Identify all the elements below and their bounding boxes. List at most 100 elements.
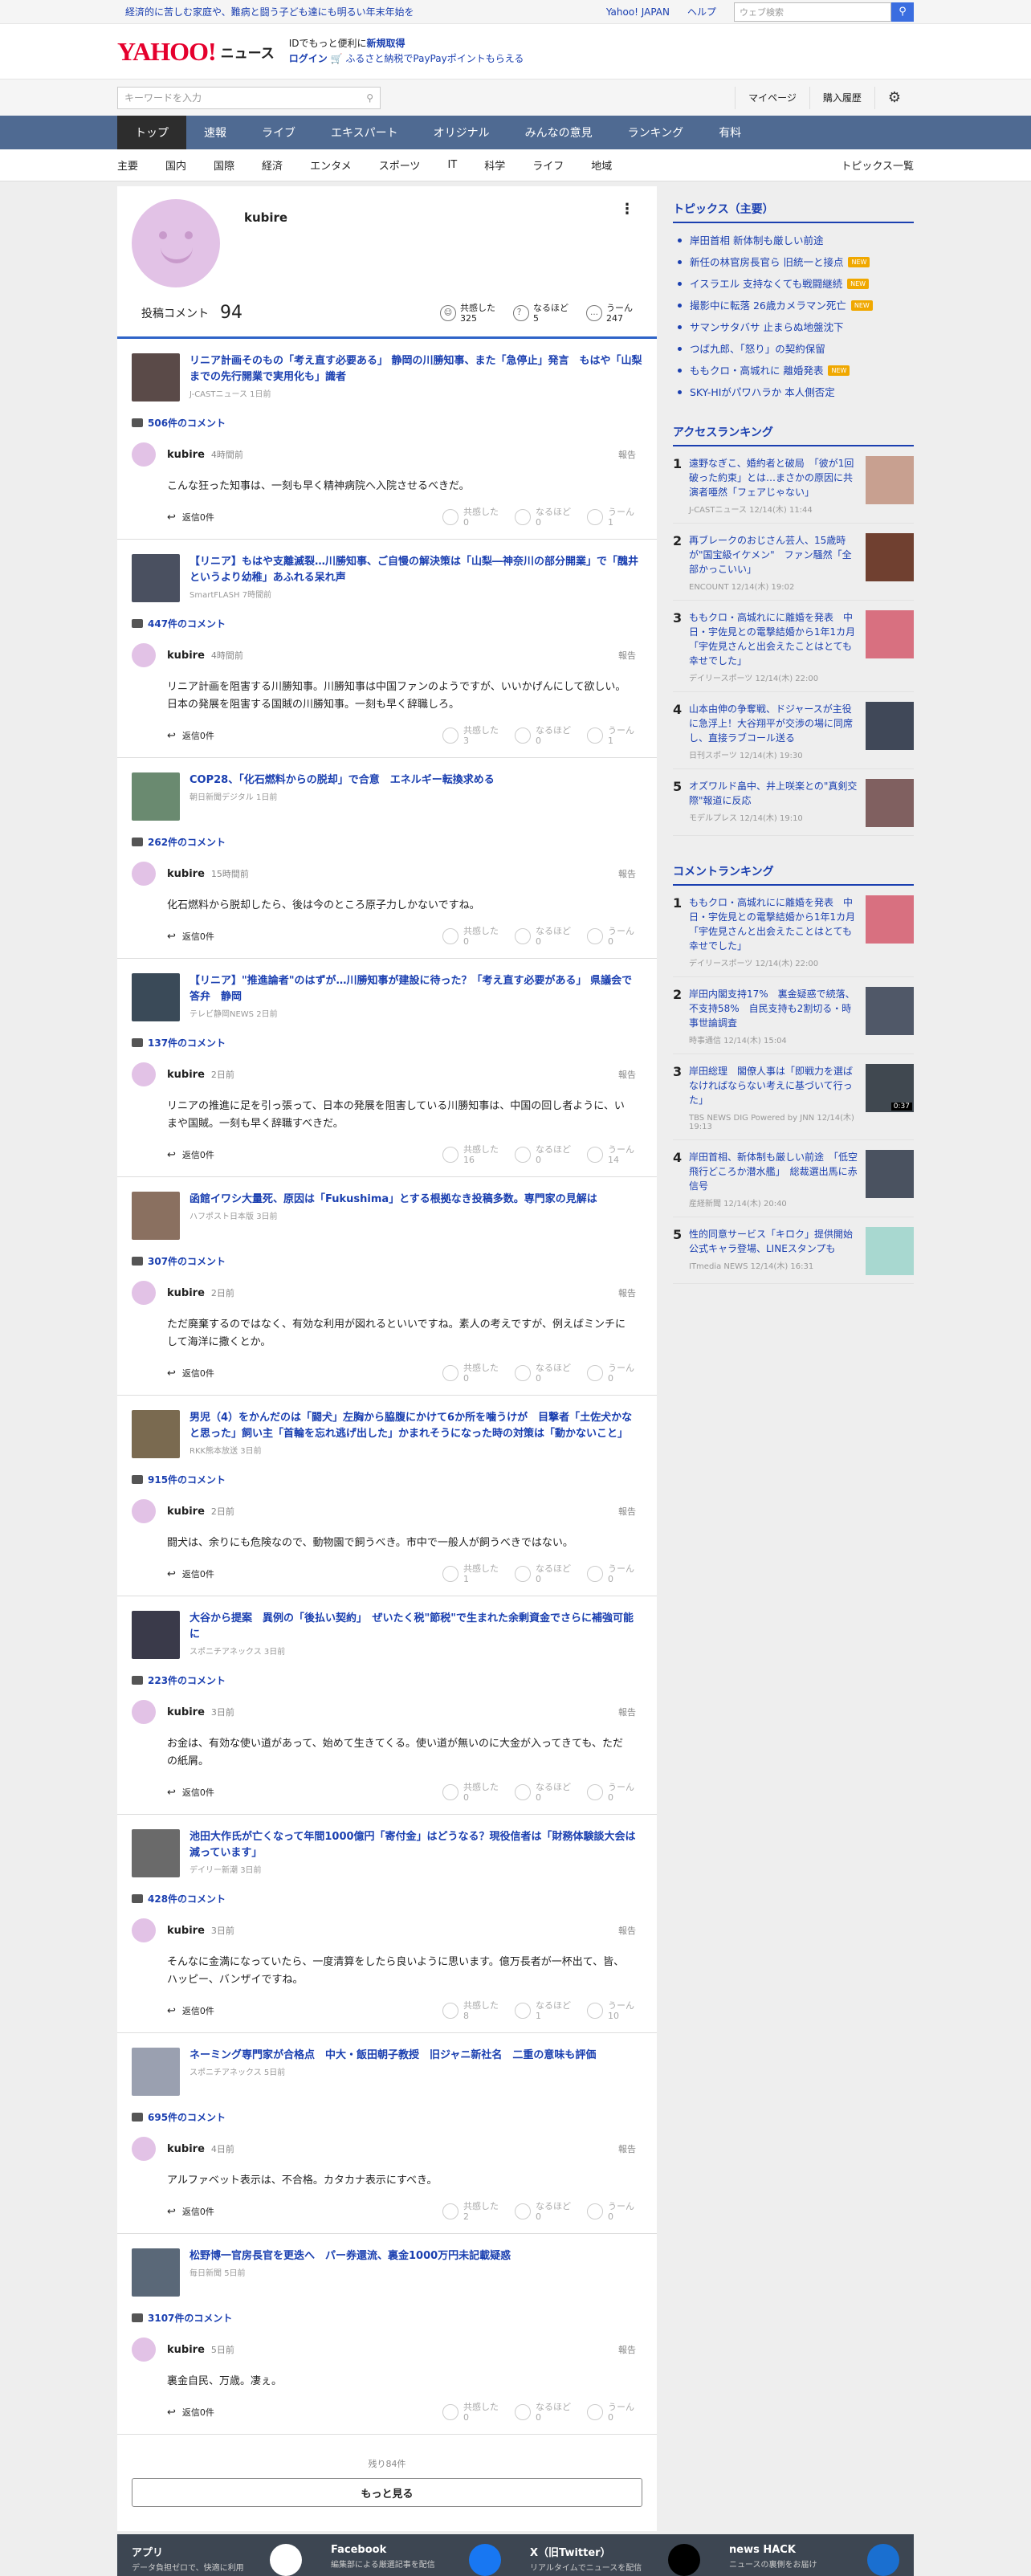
yahoo-news-logo[interactable]: YAHOO! ニュース [117,39,275,64]
topic-item[interactable]: SKY-HIがパワハラか 本人側否定 [673,381,914,403]
article-title[interactable]: リニア計画そのもの「考え直す必要ある」 静岡の川勝知事、また「急停止」発言 もは… [189,353,642,385]
reaction-button[interactable]: 共感した 3 [442,725,499,746]
reaction-button[interactable]: なるほど 0 [515,2402,571,2423]
nav-tab[interactable]: オリジナル [416,116,507,149]
ranking-item[interactable]: 3 岸田総理 閣僚人事は「即戦力を選ばなければならない考えに基づいて行った」 TBS… [673,1054,914,1140]
ranking-title[interactable]: ももクロ・高城れにに離婚を発表 中日・宇佐見との電撃結婚から1年1カ月「宇佐見さ… [689,895,861,953]
ranking-item[interactable]: 3 ももクロ・高城れにに離婚を発表 中日・宇佐見との電撃結婚から1年1カ月「宇佐見… [673,601,914,692]
topic-item[interactable]: つば九郎、「怒り」の契約保留 [673,338,914,360]
ranking-title[interactable]: 岸田総理 閣僚人事は「即戦力を選ばなければならない考えに基づいて行った」 [689,1064,861,1107]
reply-button[interactable]: ↩ 返信 0件 [167,930,214,943]
article-link[interactable]: 男児（4）をかんだのは「闘犬」左胸から脇腹にかけて6か所を噛うけが 目撃者「土佐… [132,1410,642,1461]
comment-count-link[interactable]: 506件のコメント [132,416,642,430]
category-tab[interactable]: 国際 [214,157,234,173]
topic-item[interactable]: 岸田首相 新体制も厳しい前途 [673,230,914,251]
nav-tab[interactable]: エキスパート [313,116,416,149]
category-tab[interactable]: スポーツ [379,157,421,173]
article-title[interactable]: 函館イワシ大量死、原因は「Fukushima」とする根拠なき投稿多数。専門家の見… [189,1192,597,1208]
reaction-button[interactable]: 共感した 16 [442,1144,499,1165]
footer-card[interactable]: Facebook 編集部による厳選記事を配信 [316,2534,516,2576]
article-link[interactable]: 大谷から提案 異例の「後払い契約」 ぜいたく税"節税"で生まれた余剰資金でさらに… [132,1611,642,1662]
reaction-button[interactable]: 共感した 1 [442,1563,499,1584]
article-link[interactable]: ネーミング専門家が合格点 中大・飯田朝子教授 旧ジャニ新社名 二重の意味も評価ス… [132,2048,642,2099]
reply-button[interactable]: ↩ 返信 0件 [167,511,214,524]
article-link[interactable]: 松野博一官房長官を更迭へ パー券還流、裏金1000万円未記載疑惑 毎日新聞 5日前 [132,2248,642,2300]
nav-tab[interactable]: みんなの意見 [507,116,610,149]
reaction-button[interactable]: うーん 0 [587,2402,634,2423]
reaction-button[interactable]: なるほど 0 [515,1363,571,1384]
ranking-title[interactable]: 岸田内閣支持17% 裏金疑惑で続落、不支持58% 自民支持も2割切る・時事世論調… [689,987,861,1030]
report-link[interactable]: 報告 [618,2142,636,2155]
ranking-item[interactable]: 1 遠野なぎこ、婚約者と破局 「彼が1回破った約束」とは…まさかの原因に共演者唖然… [673,446,914,524]
report-link[interactable]: 報告 [618,1068,636,1081]
comment-count-link[interactable]: 223件のコメント [132,1673,642,1687]
article-link[interactable]: 【リニア】"推進論者"のはずが…川勝知事が建設に待った？「考え直す必要がある」 … [132,973,642,1025]
ranking-title[interactable]: 遠野なぎこ、婚約者と破局 「彼が1回破った約束」とは…まさかの原因に共演者唖然「… [689,456,861,499]
purchase-history-link[interactable]: 購入履歴 [809,86,874,109]
ranking-title[interactable]: 岸田首相、新体制も厳しい前途 「低空飛行どころか潜水艦」 総裁選出馬に赤信号 [689,1150,861,1193]
category-tab[interactable]: 主要 [117,157,138,173]
reaction-button[interactable]: なるほど 0 [515,725,571,746]
article-link[interactable]: 池田大作氏が亡くなって年間1000億円「寄付金」はどうなる？現役信者は「財務体験… [132,1829,642,1881]
report-link[interactable]: 報告 [618,1505,636,1518]
ranking-item[interactable]: 4 山本由伸の争奪戦、ドジャースが主役に急浮上！大谷翔平が交渉の場に同席し、直接ラ… [673,692,914,769]
ranking-item[interactable]: 5 性的同意サービス「キロク」提供開始 公式キャラ登場、LINEスタンプも ITme… [673,1217,914,1284]
comment-user[interactable]: kubire [167,2143,205,2155]
category-tab[interactable]: 科学 [484,157,505,173]
article-title[interactable]: ネーミング専門家が合格点 中大・飯田朝子教授 旧ジャニ新社名 二重の意味も評価 [189,2048,596,2064]
comment-count-link[interactable]: 137件のコメント [132,1036,642,1050]
category-tab[interactable]: エンタメ [310,157,352,173]
report-link[interactable]: 報告 [618,1286,636,1299]
comment-user[interactable]: kubire [167,650,205,662]
nav-tab[interactable]: トップ [117,116,186,149]
report-link[interactable]: 報告 [618,2343,636,2356]
reply-button[interactable]: ↩ 返信 0件 [167,2205,214,2218]
reaction-button[interactable]: なるほど 1 [515,2000,571,2021]
reaction-button[interactable]: うーん 0 [587,926,634,947]
topic-item[interactable]: 新任の林官房長官ら 旧統一と接点 NEW [673,251,914,273]
footer-card[interactable]: X（旧Twitter） リアルタイムでニュースを配信 [516,2534,715,2576]
campaign-link[interactable]: 経済的に苦しむ家庭や、難病と闘う子ども達にも明るい年末年始を [125,5,606,18]
nav-tab[interactable]: 速報 [186,116,244,149]
comment-user[interactable]: kubire [167,449,205,461]
comment-count-link[interactable]: 307件のコメント [132,1254,642,1268]
report-link[interactable]: 報告 [618,867,636,880]
comment-user[interactable]: kubire [167,1069,205,1081]
article-title[interactable]: 男児（4）をかんだのは「闘犬」左胸から脇腹にかけて6か所を噛うけが 目撃者「土佐… [189,1410,642,1442]
report-link[interactable]: 報告 [618,1924,636,1937]
reaction-button[interactable]: うーん 1 [587,725,634,746]
ranking-title[interactable]: オズワルド畠中、井上咲楽との"真剣交際"報道に反応 [689,779,861,808]
ranking-title[interactable]: 性的同意サービス「キロク」提供開始 公式キャラ登場、LINEスタンプも [689,1227,862,1256]
article-title[interactable]: COP28、「化石燃料からの脱却」で合意 エネルギー転換求める [189,772,495,789]
nav-tab[interactable]: ライブ [244,116,313,149]
comment-user[interactable]: kubire [167,1925,205,1937]
category-tab[interactable]: 国内 [165,157,186,173]
reaction-button[interactable]: うーん 0 [587,1363,634,1384]
reply-button[interactable]: ↩ 返信 0件 [167,1367,214,1380]
comment-user[interactable]: kubire [167,1706,205,1718]
ranking-title[interactable]: ももクロ・高城れにに離婚を発表 中日・宇佐見との電撃結婚から1年1カ月「宇佐見さ… [689,610,861,668]
footer-card[interactable]: アプリ データ負担ゼロで、快適に利用 [117,2534,316,2576]
article-title[interactable]: 大谷から提案 異例の「後払い契約」 ぜいたく税"節税"で生まれた余剰資金でさらに… [189,1611,642,1643]
reaction-button[interactable]: 共感した 0 [442,2402,499,2423]
reaction-button[interactable]: うーん 1 [587,507,634,528]
topics-list-link[interactable]: トピックス一覧 [841,157,914,173]
reaction-button[interactable]: なるほど 0 [515,507,571,528]
reply-button[interactable]: ↩ 返信 0件 [167,1786,214,1799]
mypage-link[interactable]: マイページ [735,86,809,109]
category-tab[interactable]: 経済 [262,157,283,173]
ranking-title[interactable]: 山本由伸の争奪戦、ドジャースが主役に急浮上！大谷翔平が交渉の場に同席し、直接ラブ… [689,702,861,745]
category-tab[interactable]: IT [447,159,457,171]
article-link[interactable]: 【リニア】もはや支離滅裂…川勝知事、ご自慢の解決策は「山梨―神奈川の部分開業」で… [132,554,642,605]
footer-card[interactable]: news HACK ニュースの裏側をお届け [715,2534,914,2576]
comment-count-link[interactable]: 447件のコメント [132,617,642,630]
more-menu-icon[interactable]: ⋮ [620,201,634,218]
comment-user[interactable]: kubire [167,1506,205,1518]
category-tab[interactable]: 地域 [591,157,612,173]
keyword-search-input[interactable]: キーワードを入力 ⚲ [117,86,381,109]
topic-item[interactable]: サマンサタバサ 止まらぬ地盤沈下 [673,316,914,338]
reaction-button[interactable]: 共感した 2 [442,2201,499,2222]
register-link[interactable]: 新規取得 [367,38,405,49]
comment-user[interactable]: kubire [167,868,205,880]
topic-item[interactable]: 撮影中に転落 26歳カメラマン死亡 NEW [673,295,914,316]
